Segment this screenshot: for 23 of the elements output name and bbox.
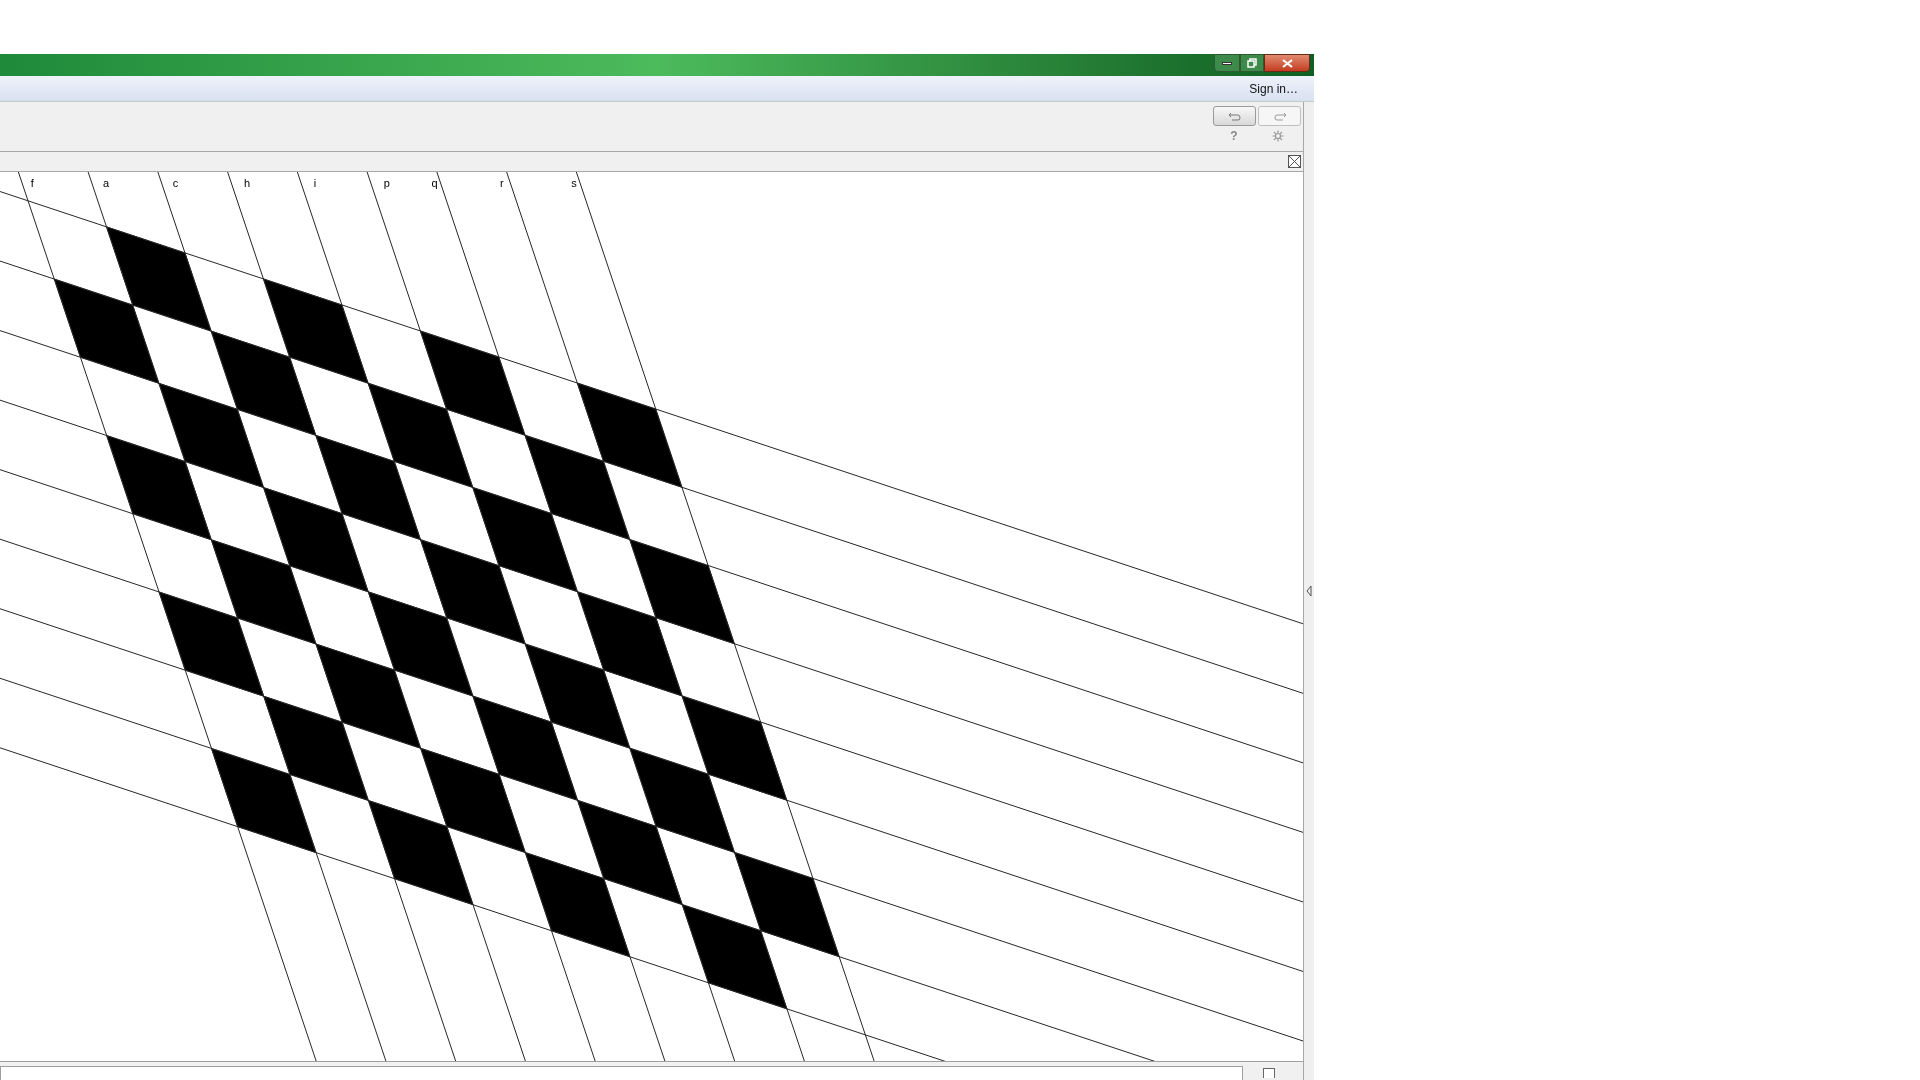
redo-icon: [1272, 111, 1287, 121]
sign-in-link[interactable]: Sign in…: [1249, 79, 1298, 98]
close-view-icon[interactable]: [1288, 154, 1301, 168]
line-label: i: [313, 176, 317, 189]
line-label: r: [500, 176, 504, 189]
input-field[interactable]: [0, 1066, 1243, 1080]
restore-icon: [1247, 58, 1257, 68]
restore-button[interactable]: [1240, 54, 1264, 72]
line-label: h: [243, 176, 251, 189]
line-label: a: [102, 176, 110, 189]
input-help-icon[interactable]: [1263, 1068, 1275, 1078]
graphics-view[interactable]: f a c h i p q r s: [0, 171, 1303, 1062]
close-button[interactable]: [1264, 54, 1310, 72]
triangle-left-icon[interactable]: [1306, 585, 1312, 597]
minimize-button[interactable]: [1214, 54, 1240, 72]
line-label: q: [431, 176, 438, 189]
line-label: f: [30, 176, 34, 189]
line-label: p: [383, 176, 390, 189]
close-icon: [1281, 58, 1293, 68]
line-label: c: [172, 176, 179, 189]
undo-icon: [1227, 111, 1242, 121]
undo-button[interactable]: [1213, 106, 1256, 126]
line-label: s: [571, 176, 577, 189]
